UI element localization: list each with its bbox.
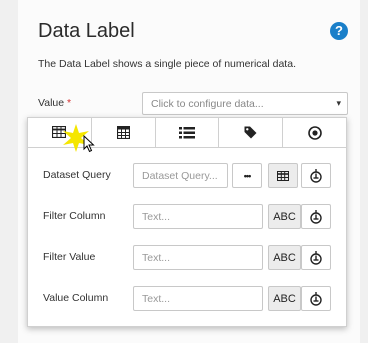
dataset-query-label: Dataset Query bbox=[43, 169, 111, 181]
text-type-button[interactable]: ABC bbox=[268, 204, 301, 229]
more-options-button[interactable]: ••• bbox=[232, 163, 262, 188]
variable-binding-button[interactable] bbox=[301, 245, 331, 270]
pin-icon bbox=[310, 209, 322, 224]
configure-data-select[interactable]: Click to configure data... ▾ bbox=[142, 92, 348, 115]
value-label-text: Value bbox=[38, 97, 65, 109]
value-column-row: Value Column Text... ABC bbox=[28, 284, 348, 314]
dataset-query-row: Dataset Query Dataset Query... ••• bbox=[28, 161, 348, 191]
variable-binding-button[interactable] bbox=[301, 204, 331, 229]
value-column-input[interactable]: Text... bbox=[133, 286, 263, 311]
text-type-button[interactable]: ABC bbox=[268, 286, 301, 311]
value-field-label: Value * bbox=[38, 97, 71, 109]
pin-icon bbox=[310, 291, 322, 306]
target-icon bbox=[307, 125, 322, 140]
help-icon[interactable]: ? bbox=[330, 22, 348, 40]
filter-column-input[interactable]: Text... bbox=[133, 204, 263, 229]
pin-icon bbox=[310, 250, 322, 265]
configure-data-placeholder: Click to configure data... bbox=[151, 98, 264, 110]
dataset-query-input[interactable]: Dataset Query... bbox=[133, 163, 228, 188]
tab-tag[interactable] bbox=[219, 118, 284, 147]
chevron-down-icon: ▾ bbox=[336, 98, 341, 108]
panel-title: Data Label bbox=[38, 20, 135, 42]
table-icon bbox=[277, 170, 289, 181]
calculator-icon bbox=[116, 126, 130, 139]
tab-list[interactable] bbox=[155, 118, 220, 147]
tab-calculator[interactable] bbox=[91, 118, 156, 147]
filter-column-label: Filter Column bbox=[43, 210, 106, 222]
filter-value-input[interactable]: Text... bbox=[133, 245, 263, 270]
variable-binding-button[interactable] bbox=[301, 286, 331, 311]
data-config-popup: Dataset Query Dataset Query... ••• Filte… bbox=[27, 117, 347, 327]
tab-target[interactable] bbox=[283, 118, 346, 147]
filter-value-label: Filter Value bbox=[43, 251, 96, 263]
mouse-cursor-icon bbox=[83, 135, 95, 153]
list-icon bbox=[178, 126, 195, 138]
filter-column-row: Filter Column Text... ABC bbox=[28, 202, 348, 232]
pin-icon bbox=[310, 168, 322, 183]
text-type-button[interactable]: ABC bbox=[268, 245, 301, 270]
required-marker: * bbox=[67, 97, 72, 109]
table-mode-button[interactable] bbox=[268, 163, 298, 188]
variable-binding-button[interactable] bbox=[301, 163, 331, 188]
value-column-label: Value Column bbox=[43, 292, 109, 304]
tag-icon bbox=[244, 126, 257, 139]
panel-description: The Data Label shows a single piece of n… bbox=[38, 58, 296, 70]
filter-value-row: Filter Value Text... ABC bbox=[28, 243, 348, 273]
